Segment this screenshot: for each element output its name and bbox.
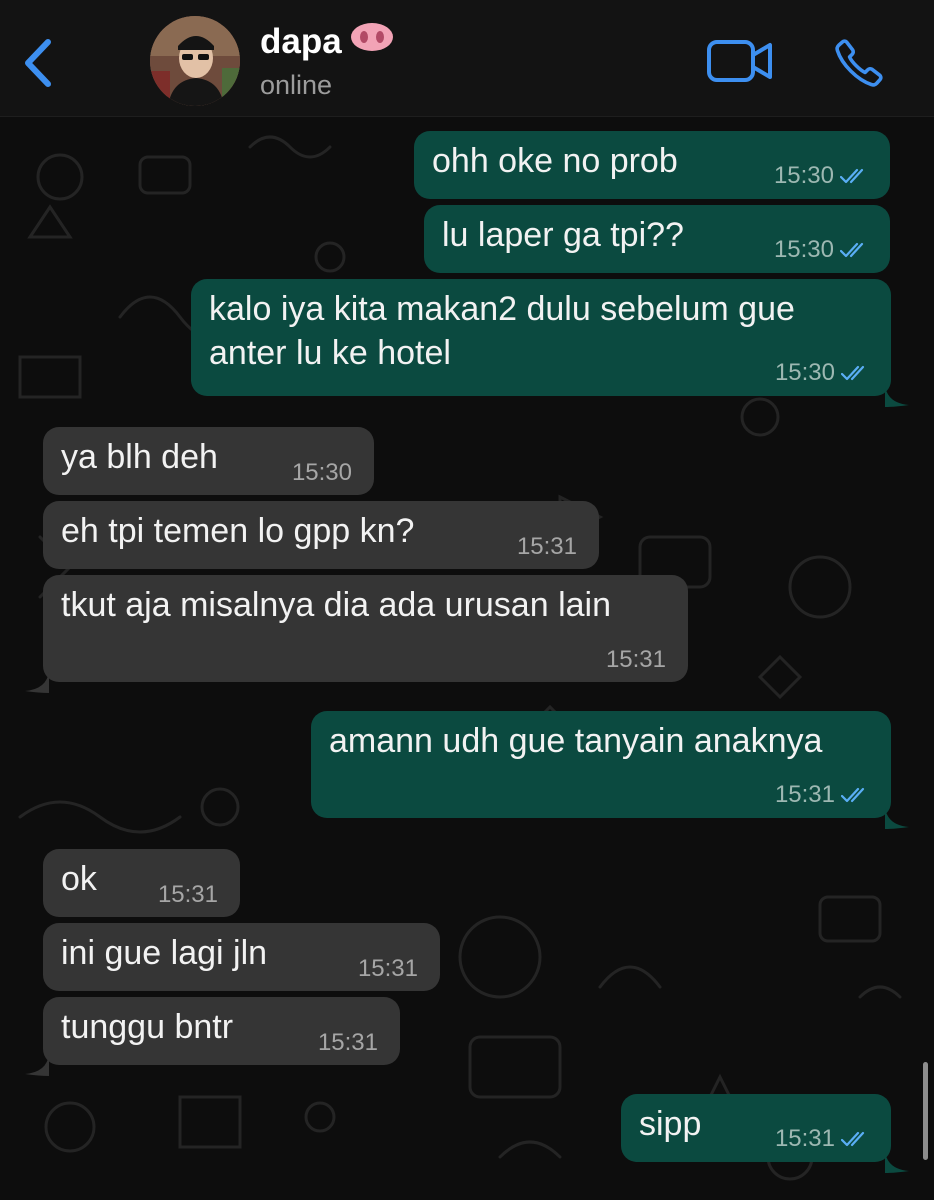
message-text: tunggu bntr xyxy=(61,1005,233,1049)
message-meta: 15:30 xyxy=(292,459,352,487)
incoming-message[interactable]: tkut aja misalnya dia ada urusan lain 15:… xyxy=(25,575,688,693)
bubble-tail xyxy=(885,1140,911,1173)
message-meta: 15:30 xyxy=(774,236,868,265)
bubble-tail xyxy=(885,374,911,407)
message-time: 15:30 xyxy=(291,459,352,486)
message-text: ok xyxy=(61,857,97,901)
bubble-tail xyxy=(23,1043,49,1076)
outgoing-message[interactable]: kalo iya kita makan2 dulu sebelum gue ant… xyxy=(191,279,909,407)
read-ticks-icon xyxy=(840,1126,869,1154)
message-meta: 15:31 xyxy=(775,1125,869,1154)
incoming-message[interactable]: tunggu bntr 15:31 xyxy=(25,997,400,1076)
contact-name[interactable]: dapa xyxy=(260,22,394,62)
message-text: ini gue lagi jln xyxy=(61,931,267,975)
message-time: 15:30 xyxy=(773,162,834,190)
chevron-left-icon xyxy=(25,39,51,87)
message-text: ya blh deh xyxy=(61,435,218,479)
message-meta: 15:30 xyxy=(775,359,869,388)
back-button[interactable] xyxy=(20,38,56,88)
contact-photo xyxy=(150,16,240,106)
outgoing-message[interactable]: amann udh gue tanyain anaknya 15:31 xyxy=(311,711,909,829)
read-ticks-icon xyxy=(840,782,869,810)
read-ticks-icon xyxy=(839,237,868,265)
message-meta: 15:31 xyxy=(775,781,869,810)
message-text: ohh oke no prob xyxy=(432,139,678,183)
message-line: amann udh gue tanyain anaknya xyxy=(329,722,823,760)
contact-status: online xyxy=(260,70,333,100)
message-meta: 15:31 xyxy=(358,955,418,983)
phone-icon xyxy=(835,39,883,87)
message-line: lu laper ga tpi?? xyxy=(442,216,684,254)
message-text: lu laper ga tpi?? xyxy=(442,213,684,257)
avatar[interactable] xyxy=(150,16,240,106)
message-meta: 15:30 xyxy=(774,162,868,191)
message-time: 15:31 xyxy=(516,533,577,560)
incoming-message[interactable]: ok 15:31 xyxy=(43,849,240,917)
chat-area[interactable]: ohh oke no prob 15:30 lu laper ga tpi?? 15:… xyxy=(0,117,934,1200)
message-time: 15:30 xyxy=(773,236,834,264)
message-line: ya blh deh xyxy=(61,438,218,476)
message-line: ini gue lagi jln xyxy=(61,934,268,972)
message-line: tkut aja misalnya dia ada urusan lain xyxy=(61,586,611,624)
message-time: 15:31 xyxy=(774,781,835,809)
incoming-message[interactable]: ya blh deh 15:30 xyxy=(43,427,374,495)
message-time: 15:31 xyxy=(357,955,418,982)
message-meta: 15:31 xyxy=(318,1029,378,1057)
message-time: 15:31 xyxy=(317,1029,378,1056)
message-line: anter lu ke hotel xyxy=(209,334,451,372)
message-time: 15:30 xyxy=(774,359,835,387)
video-call-button[interactable] xyxy=(706,38,774,86)
message-text: eh tpi temen lo gpp kn? xyxy=(61,509,414,553)
message-time: 15:31 xyxy=(774,1125,835,1153)
message-meta: 15:31 xyxy=(517,533,577,561)
outgoing-message[interactable]: ohh oke no prob 15:30 xyxy=(414,131,890,199)
message-text: kalo iya kita makan2 dulu sebelum gue ant… xyxy=(209,287,795,375)
scrollbar[interactable] xyxy=(923,1062,928,1160)
message-line: eh tpi temen lo gpp kn? xyxy=(61,512,415,550)
message-text: sipp xyxy=(639,1102,701,1146)
bubble-tail xyxy=(885,796,911,829)
message-time: 15:31 xyxy=(157,881,218,908)
message-meta: 15:31 xyxy=(606,646,666,674)
message-text: tkut aja misalnya dia ada urusan lain xyxy=(61,583,611,627)
video-camera-icon xyxy=(707,40,772,82)
chat-header: dapa online xyxy=(0,0,934,117)
message-text: amann udh gue tanyain anaknya xyxy=(329,719,822,763)
read-ticks-icon xyxy=(839,163,868,191)
incoming-message[interactable]: ini gue lagi jln 15:31 xyxy=(43,923,440,991)
message-line: kalo iya kita makan2 dulu sebelum gue xyxy=(209,290,795,328)
message-line: ok xyxy=(61,860,97,898)
pig-nose-icon xyxy=(350,21,394,61)
message-meta: 15:31 xyxy=(158,881,218,909)
message-line: ohh oke no prob xyxy=(432,142,678,180)
read-ticks-icon xyxy=(840,360,869,388)
incoming-message[interactable]: eh tpi temen lo gpp kn? 15:31 xyxy=(43,501,599,569)
bubble-tail xyxy=(23,660,49,693)
outgoing-message[interactable]: sipp 15:31 xyxy=(621,1094,909,1173)
outgoing-message[interactable]: lu laper ga tpi?? 15:30 xyxy=(424,205,890,273)
voice-call-button[interactable] xyxy=(832,36,886,90)
message-time: 15:31 xyxy=(605,646,666,673)
message-line: tunggu bntr xyxy=(61,1008,234,1046)
message-line: sipp xyxy=(639,1105,702,1143)
